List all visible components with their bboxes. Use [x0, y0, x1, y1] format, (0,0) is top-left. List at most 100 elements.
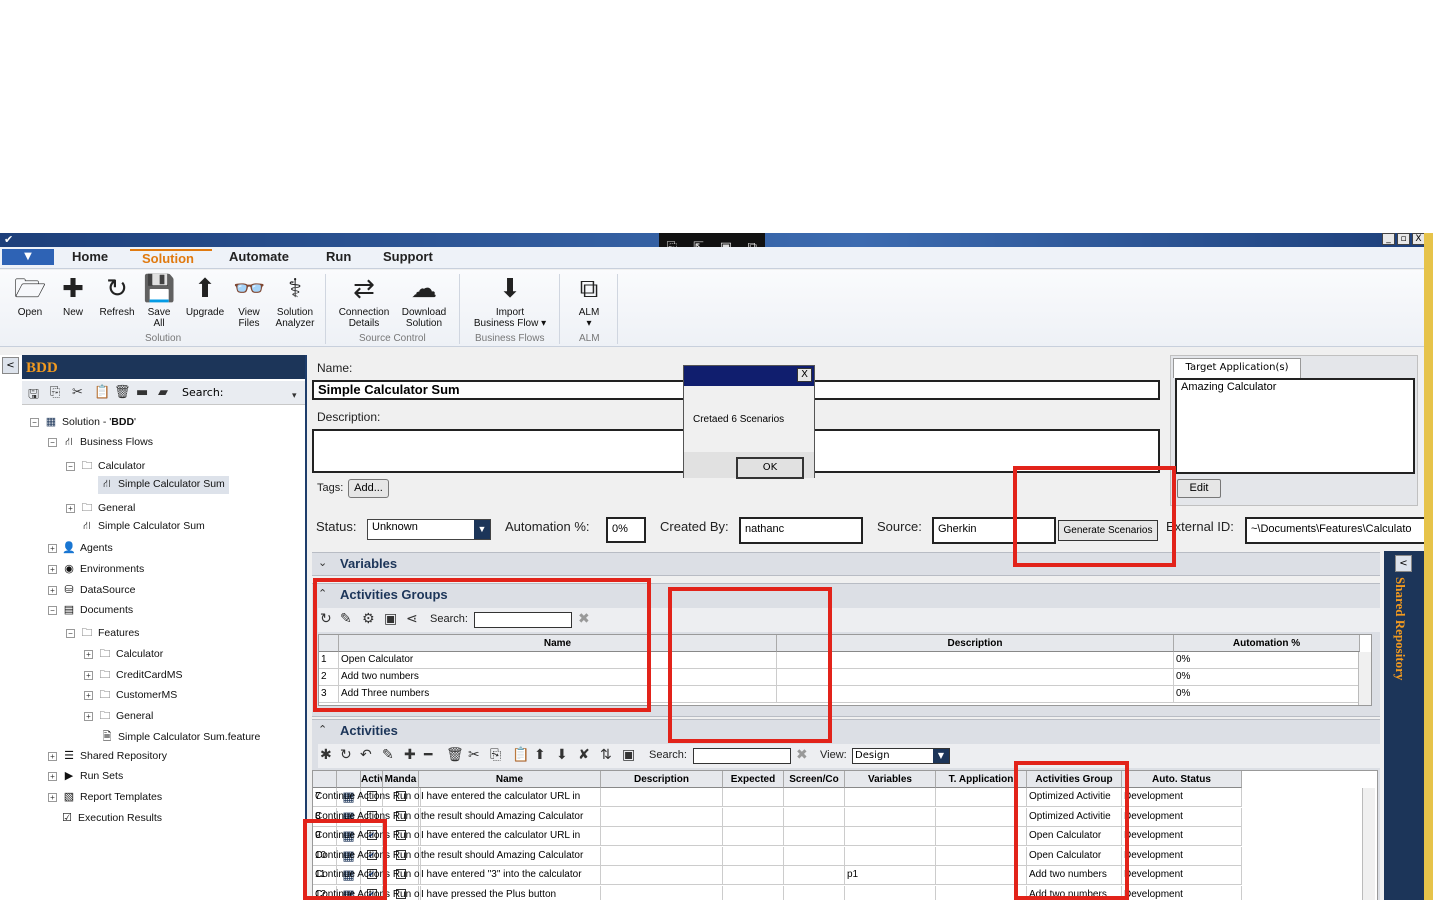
tab-target-applications[interactable]: Target Application(s) [1173, 358, 1301, 378]
download-solution-button[interactable]: ☁ Download Solution [397, 273, 451, 329]
connection-details-button[interactable]: ⇄ Connection Details [334, 273, 394, 329]
ag-automation-cell[interactable]: 0% [1174, 686, 1360, 703]
created-by-field[interactable]: nathanc [739, 517, 863, 544]
tree-node-general[interactable]: + 🗀 General [66, 499, 135, 518]
activity-screen-cell[interactable] [784, 827, 845, 846]
automation-field[interactable]: 0% [606, 517, 646, 543]
tree-node-calculator[interactable]: − 🗀 Calculator [66, 457, 145, 476]
solution-analyzer-button[interactable]: ⚕ Solution Analyzer [272, 273, 318, 329]
shared-repository-side-panel[interactable]: < Shared Repository [1384, 551, 1424, 900]
ag-automation-cell[interactable]: 0% [1174, 652, 1360, 669]
delete-icon[interactable]: 🗑 [446, 747, 464, 763]
tree-node-doc-calculator[interactable]: + 🗀 Calculator [84, 645, 163, 664]
upgrade-button[interactable]: ⬆ Upgrade [183, 273, 227, 318]
activity-expected-cell[interactable] [723, 827, 784, 846]
activity-description-cell[interactable] [601, 788, 723, 807]
save-icon[interactable]: 🖫 [28, 385, 39, 407]
paste-icon[interactable]: 📋 [512, 747, 529, 763]
new-button[interactable]: ✚ New [57, 273, 89, 318]
tab-solution[interactable]: Solution [130, 249, 212, 266]
ag-description-cell[interactable] [777, 652, 1174, 669]
activity-variables-cell[interactable] [845, 827, 936, 846]
undo-icon[interactable]: ↶ [360, 747, 372, 763]
tab-support[interactable]: Support [383, 249, 433, 264]
activity-screen-cell[interactable] [784, 866, 845, 885]
activity-expected-cell[interactable] [723, 788, 784, 807]
tree-node-simple-calculator-sum-selected[interactable]: ⛙ Simple Calculator Sum [98, 476, 229, 494]
view-files-button[interactable]: 👓 View Files [232, 273, 266, 329]
expand-shared-repository-button[interactable]: < [1395, 555, 1412, 572]
view-select[interactable]: Design ▼ [852, 748, 950, 764]
tree-node-shared-repository[interactable]: + ☰ Shared Repository [48, 749, 167, 762]
edit-icon[interactable]: ✎ [382, 747, 394, 763]
activity-status-cell[interactable]: Development [1122, 827, 1242, 846]
expected-header[interactable]: Expected [723, 771, 784, 788]
variables-header[interactable]: Variables [845, 771, 936, 788]
activity-screen-cell[interactable] [784, 788, 845, 807]
activity-description-cell[interactable] [601, 885, 723, 900]
open-button[interactable]: 🗁 Open [12, 273, 48, 318]
app-menu-button[interactable]: ▼ [2, 249, 54, 265]
dialog-close-button[interactable]: X [797, 368, 812, 382]
activity-name-cell[interactable]: the result should Amazing Calculator [419, 807, 601, 827]
tree-node-creditcardms[interactable]: + 🗀 CreditCardMS [84, 666, 183, 685]
ag-description-cell[interactable] [777, 686, 1174, 703]
variables-section[interactable]: ⌄ Variables [312, 552, 1380, 576]
cut-icon[interactable]: ✂ [72, 385, 83, 400]
active-header[interactable]: Activ [361, 771, 383, 788]
split-icon[interactable]: ⇅ [600, 747, 612, 763]
act-search-input[interactable] [693, 748, 791, 764]
clear-search-icon[interactable]: ✖ [796, 747, 808, 763]
screen-header[interactable]: Screen/Co [784, 771, 845, 788]
edit-column-header[interactable] [337, 771, 361, 788]
activity-run-option-cell[interactable]: Continue Actions Run o [313, 788, 421, 807]
copy-icon[interactable]: ⎘ [50, 385, 60, 400]
activity-description-cell[interactable] [601, 866, 723, 885]
activity-screen-cell[interactable] [784, 885, 845, 900]
activities-scrollbar[interactable] [1362, 788, 1375, 900]
ag-description-cell[interactable] [777, 669, 1174, 686]
ag-automation-header[interactable]: Automation % [1174, 635, 1360, 652]
activity-status-cell[interactable]: Development [1122, 788, 1242, 807]
folder-icon[interactable]: ▰ [158, 385, 168, 400]
delete-icon[interactable]: 🗑 [114, 385, 131, 400]
collapse-left-panel-button[interactable]: < [2, 357, 19, 374]
activity-variables-cell[interactable] [845, 788, 936, 807]
tree-node-business-flows[interactable]: − ⛙ Business Flows [48, 436, 153, 450]
cut-icon[interactable]: ✂ [468, 747, 480, 763]
tree-node-feature-file[interactable]: 🗎 Simple Calculator Sum.feature [100, 728, 261, 747]
activity-screen-cell[interactable] [784, 807, 845, 827]
activity-name-cell[interactable]: I have entered "3" into the calculator [419, 866, 601, 885]
tree-node-features[interactable]: − 🗀 Features [66, 624, 139, 643]
ag-scrollbar[interactable] [1358, 652, 1371, 705]
tab-automate[interactable]: Automate [229, 249, 289, 264]
paste-icon[interactable]: 📋 [94, 385, 110, 400]
activity-description-cell[interactable] [601, 827, 723, 846]
target-application-list[interactable]: Amazing Calculator [1175, 378, 1415, 474]
activity-status-cell[interactable]: Development [1122, 885, 1242, 900]
tab-run[interactable]: Run [326, 249, 351, 264]
minimize-button[interactable]: _ [1382, 233, 1395, 245]
tree-node-solution[interactable]: − ▦ Solution - 'BDD' [30, 415, 136, 428]
refresh-icon[interactable]: ↻ [340, 747, 352, 763]
restore-button[interactable]: ▫ [1397, 233, 1410, 245]
auto-status-header[interactable]: Auto. Status [1122, 771, 1242, 788]
activity-status-cell[interactable]: Development [1122, 807, 1242, 827]
tree-node-doc-general[interactable]: + 🗀 General [84, 707, 153, 726]
activity-description-cell[interactable] [601, 807, 723, 827]
activity-expected-cell[interactable] [723, 885, 784, 900]
chevron-down-icon[interactable]: ⌄ [318, 556, 327, 569]
add-tag-button[interactable]: Add... [348, 479, 389, 498]
chevron-up-icon[interactable]: ⌃ [318, 723, 327, 736]
tree-node-report-templates[interactable]: + ▧ Report Templates [48, 790, 162, 803]
activity-expected-cell[interactable] [723, 807, 784, 827]
activity-expected-cell[interactable] [723, 846, 784, 866]
ag-description-header[interactable]: Description [777, 635, 1174, 652]
dialog-ok-button[interactable]: OK [736, 457, 804, 479]
alm-button[interactable]: ⧉ ALM ▾ [570, 273, 608, 329]
refresh-button[interactable]: ↻ Refresh [96, 273, 138, 318]
tree-node-agents[interactable]: + 👤 Agents [48, 541, 113, 554]
tree-node-environments[interactable]: + ◉ Environments [48, 562, 144, 575]
xml-icon[interactable]: ▬ [136, 385, 148, 400]
row-number-header[interactable] [313, 771, 337, 788]
